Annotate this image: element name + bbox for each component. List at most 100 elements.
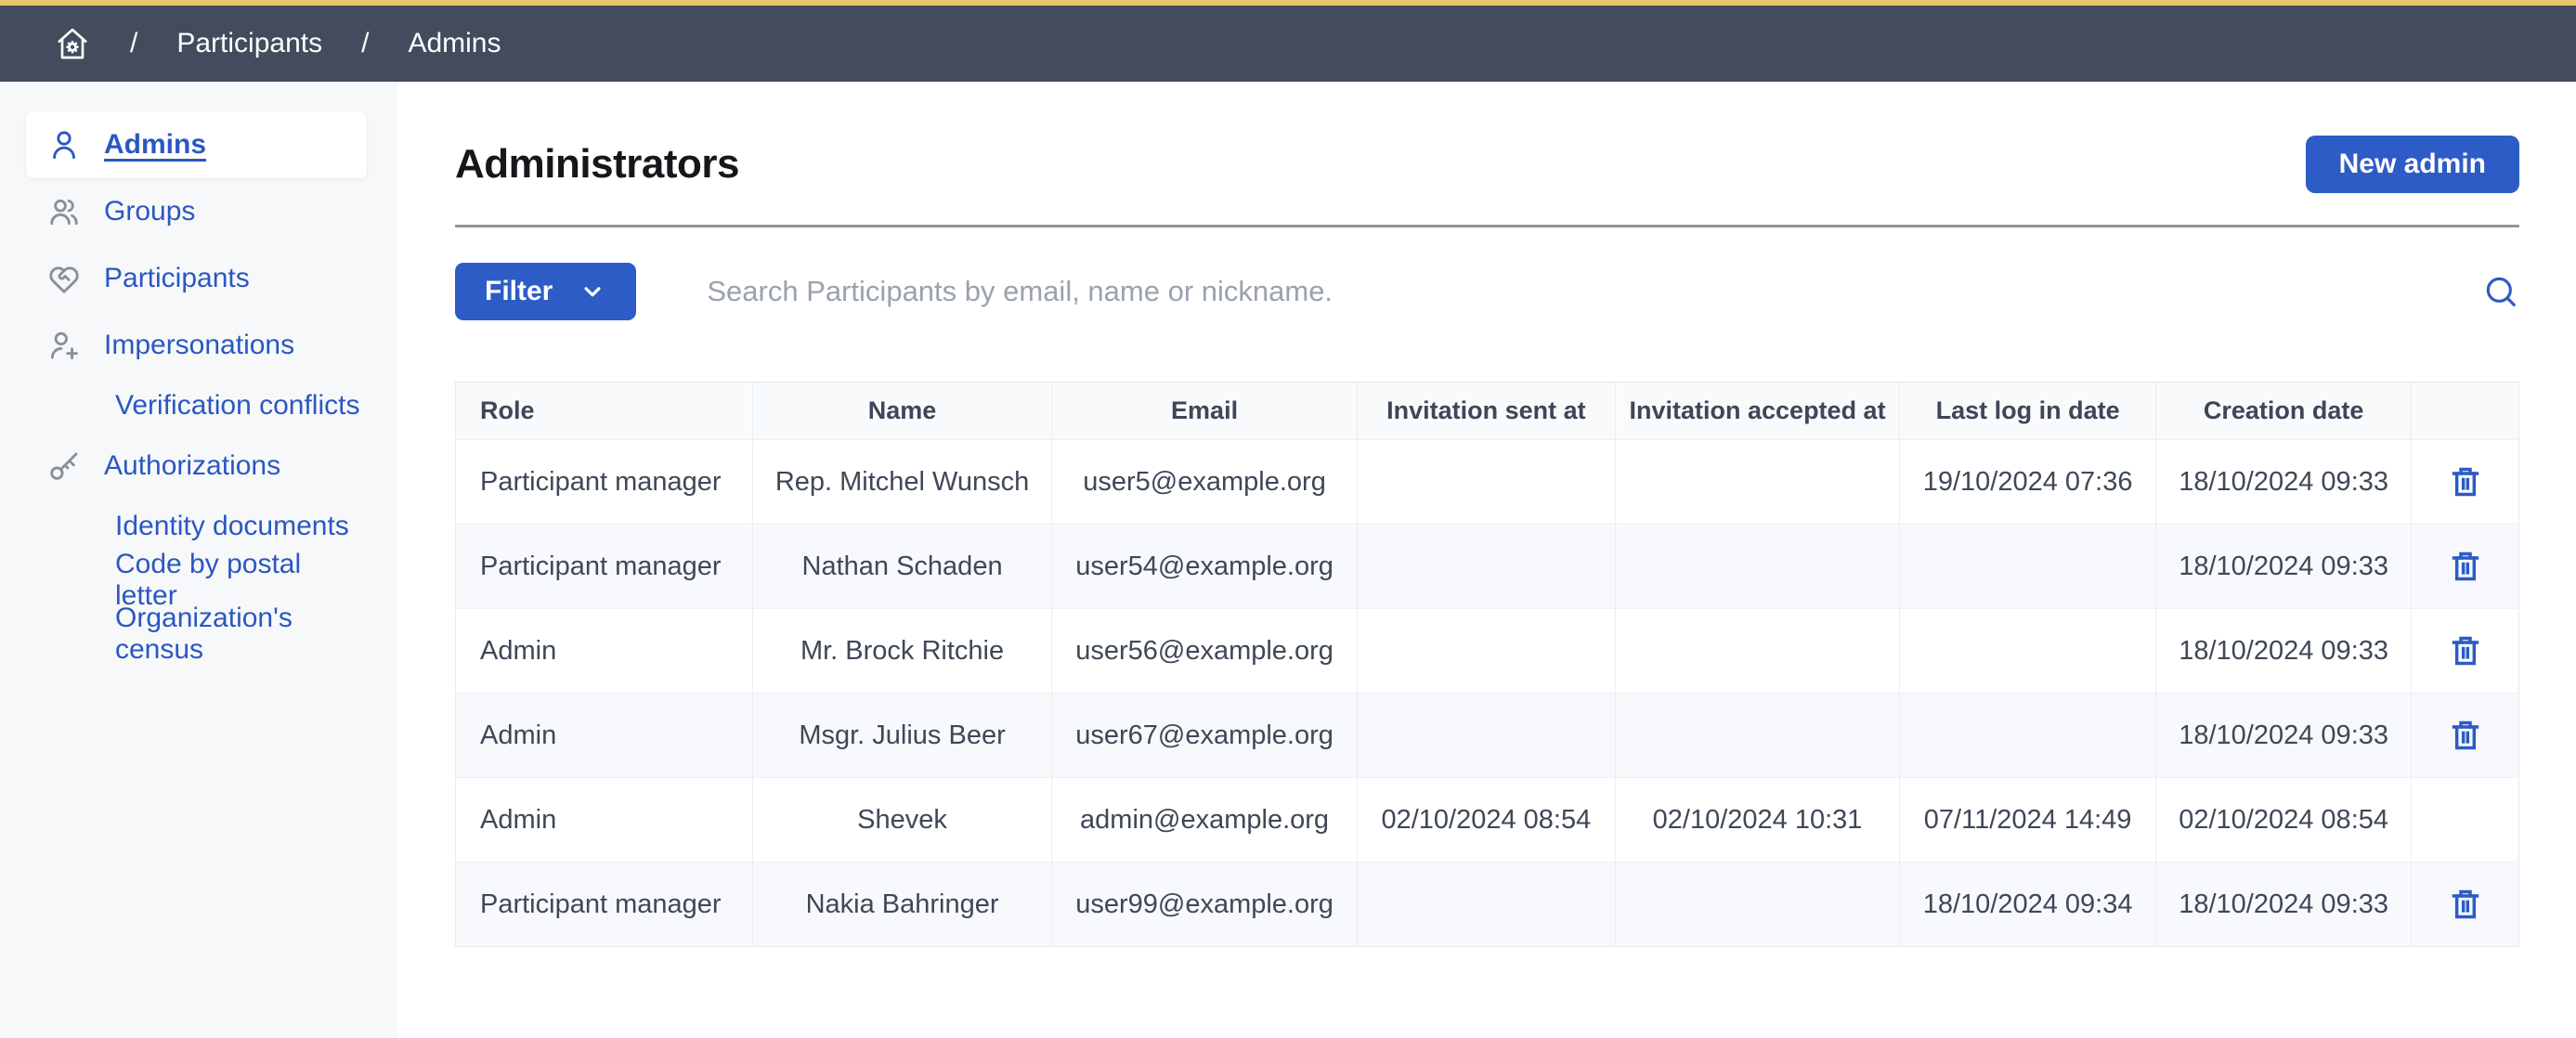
cell-last-log-in-date: 07/11/2024 14:49 [1900, 778, 2156, 863]
sidebar-nav: Admins Groups Participants Impersonation… [0, 82, 397, 1038]
cell-role: Admin [456, 778, 753, 863]
column-header-actions [2412, 383, 2519, 440]
filter-search-bar: Filter [455, 263, 2519, 320]
cell-creation-date: 18/10/2024 09:33 [2155, 863, 2412, 947]
sidebar-item-impersonations[interactable]: Impersonations [26, 312, 367, 379]
sidebar-item-label: Admins [104, 129, 206, 161]
search-icon [2482, 273, 2519, 310]
cell-email: user56@example.org [1052, 609, 1358, 694]
user-plus-icon [46, 328, 82, 363]
column-header-role: Role [456, 383, 753, 440]
admins-table: Role Name Email Invitation sent at Invit… [455, 382, 2519, 947]
cell-email: user67@example.org [1052, 694, 1358, 778]
chevron-down-icon [579, 278, 606, 305]
sidebar-item-label: Authorizations [104, 450, 280, 482]
sidebar-item-admins[interactable]: Admins [26, 111, 367, 178]
page-title: Administrators [455, 141, 739, 188]
heart-handshake-icon [46, 261, 82, 296]
cell-last-log-in-date [1900, 609, 2156, 694]
sidebar-item-organization-s-census[interactable]: Organization's census [26, 607, 367, 661]
title-row: Administrators New admin [455, 136, 2519, 193]
cell-invitation-accepted-at: 02/10/2024 10:31 [1615, 778, 1900, 863]
sidebar-item-participants[interactable]: Participants [26, 245, 367, 312]
cell-creation-date: 18/10/2024 09:33 [2155, 440, 2412, 525]
cell-invitation-accepted-at [1615, 525, 1900, 609]
sidebar-item-authorizations[interactable]: Authorizations [26, 433, 367, 500]
column-header-name: Name [752, 383, 1051, 440]
cell-invitation-sent-at [1357, 525, 1615, 609]
cell-email: user99@example.org [1052, 863, 1358, 947]
sidebar-item-code-by-postal-letter[interactable]: Code by postal letter [26, 553, 367, 607]
table-row: Participant manager Nathan Schaden user5… [456, 525, 2519, 609]
delete-admin-button[interactable] [2447, 886, 2484, 923]
cell-invitation-sent-at [1357, 863, 1615, 947]
table-row: Admin Msgr. Julius Beer user67@example.o… [456, 694, 2519, 778]
cell-role: Participant manager [456, 525, 753, 609]
home-gear-icon [54, 25, 91, 62]
topbar: / Participants / Admins [0, 0, 2576, 82]
cell-actions [2412, 609, 2519, 694]
delete-admin-button[interactable] [2447, 463, 2484, 500]
cell-email: user5@example.org [1052, 440, 1358, 525]
users-icon [46, 194, 82, 229]
sidebar-item-identity-documents[interactable]: Identity documents [26, 500, 367, 553]
delete-admin-button[interactable] [2447, 717, 2484, 754]
home-button[interactable] [54, 25, 91, 62]
search-button[interactable] [2482, 273, 2519, 310]
cell-name: Nathan Schaden [752, 525, 1051, 609]
column-header-creation-date: Creation date [2155, 383, 2412, 440]
breadcrumb-separator: / [130, 28, 137, 59]
search-input[interactable] [707, 275, 2464, 308]
breadcrumb-admins[interactable]: Admins [408, 28, 501, 59]
cell-last-log-in-date [1900, 694, 2156, 778]
trash-icon [2447, 548, 2484, 585]
sidebar-item-groups[interactable]: Groups [26, 178, 367, 245]
filter-button[interactable]: Filter [455, 263, 636, 320]
cell-name: Nakia Bahringer [752, 863, 1051, 947]
cell-email: user54@example.org [1052, 525, 1358, 609]
delete-admin-button[interactable] [2447, 548, 2484, 585]
cell-name: Mr. Brock Ritchie [752, 609, 1051, 694]
user-icon [46, 127, 82, 162]
cell-creation-date: 02/10/2024 08:54 [2155, 778, 2412, 863]
cell-role: Admin [456, 609, 753, 694]
cell-name: Msgr. Julius Beer [752, 694, 1051, 778]
sidebar-item-label: Organization's census [115, 603, 367, 666]
table-row: Participant manager Nakia Bahringer user… [456, 863, 2519, 947]
cell-invitation-sent-at [1357, 440, 1615, 525]
cell-actions [2412, 440, 2519, 525]
cell-invitation-sent-at: 02/10/2024 08:54 [1357, 778, 1615, 863]
cell-last-log-in-date: 19/10/2024 07:36 [1900, 440, 2156, 525]
key-icon [46, 448, 82, 484]
new-admin-button[interactable]: New admin [2306, 136, 2519, 193]
column-header-email: Email [1052, 383, 1358, 440]
cell-invitation-accepted-at [1615, 440, 1900, 525]
cell-invitation-sent-at [1357, 609, 1615, 694]
cell-creation-date: 18/10/2024 09:33 [2155, 694, 2412, 778]
delete-admin-button[interactable] [2447, 632, 2484, 669]
cell-invitation-sent-at [1357, 694, 1615, 778]
sidebar-item-label: Impersonations [104, 330, 294, 361]
cell-invitation-accepted-at [1615, 863, 1900, 947]
table-row: Admin Shevek admin@example.org 02/10/202… [456, 778, 2519, 863]
cell-role: Admin [456, 694, 753, 778]
main-content: Administrators New admin Filter [397, 82, 2576, 1038]
sidebar-item-label: Participants [104, 263, 250, 294]
cell-name: Rep. Mitchel Wunsch [752, 440, 1051, 525]
title-divider [455, 225, 2519, 227]
cell-invitation-accepted-at [1615, 694, 1900, 778]
cell-role: Participant manager [456, 440, 753, 525]
table-header-row: Role Name Email Invitation sent at Invit… [456, 383, 2519, 440]
sidebar-item-verification-conflicts[interactable]: Verification conflicts [26, 379, 367, 433]
column-header-invitation-sent-at: Invitation sent at [1357, 383, 1615, 440]
cell-actions [2412, 863, 2519, 947]
page-shell: Admins Groups Participants Impersonation… [0, 82, 2576, 1038]
cell-actions [2412, 525, 2519, 609]
admin-table-body: Participant manager Rep. Mitchel Wunsch … [456, 440, 2519, 947]
breadcrumb-participants[interactable]: Participants [176, 28, 322, 59]
column-header-last-log-in-date: Last log in date [1900, 383, 2156, 440]
cell-email: admin@example.org [1052, 778, 1358, 863]
trash-icon [2447, 886, 2484, 923]
cell-actions [2412, 778, 2519, 863]
sidebar-item-label: Identity documents [115, 511, 349, 542]
